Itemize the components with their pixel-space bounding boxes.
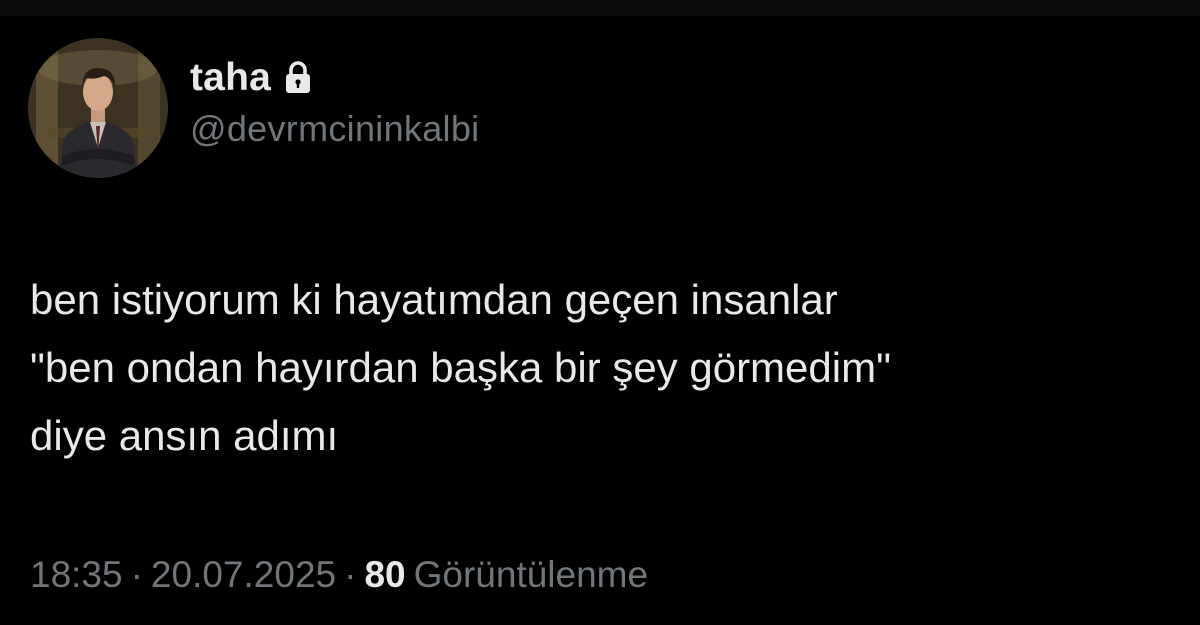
profile-photo: [28, 38, 168, 178]
views-count: 80: [364, 554, 406, 595]
views-label: Görüntülenme: [413, 554, 649, 595]
tweet-date[interactable]: 20.07.2025: [151, 554, 336, 595]
tweet: taha @devrmcininkalbi ben istiyorum ki h…: [0, 16, 1200, 625]
username-handle[interactable]: @devrmcininkalbi: [190, 108, 479, 150]
tweet-time[interactable]: 18:35: [30, 554, 123, 595]
lock-icon: [283, 61, 313, 95]
top-strip: [0, 0, 1200, 16]
separator: ·: [130, 554, 143, 595]
display-name[interactable]: taha: [190, 56, 271, 100]
avatar[interactable]: [28, 38, 168, 178]
tweet-text: ben istiyorum ki hayatımdan geçen insanl…: [30, 276, 891, 459]
separator: ·: [344, 554, 357, 595]
author-block: taha @devrmcininkalbi: [190, 56, 479, 150]
tweet-meta: 18:35 · 20.07.2025 · 80 Görüntülenme: [30, 554, 648, 596]
name-row: taha: [190, 56, 479, 100]
